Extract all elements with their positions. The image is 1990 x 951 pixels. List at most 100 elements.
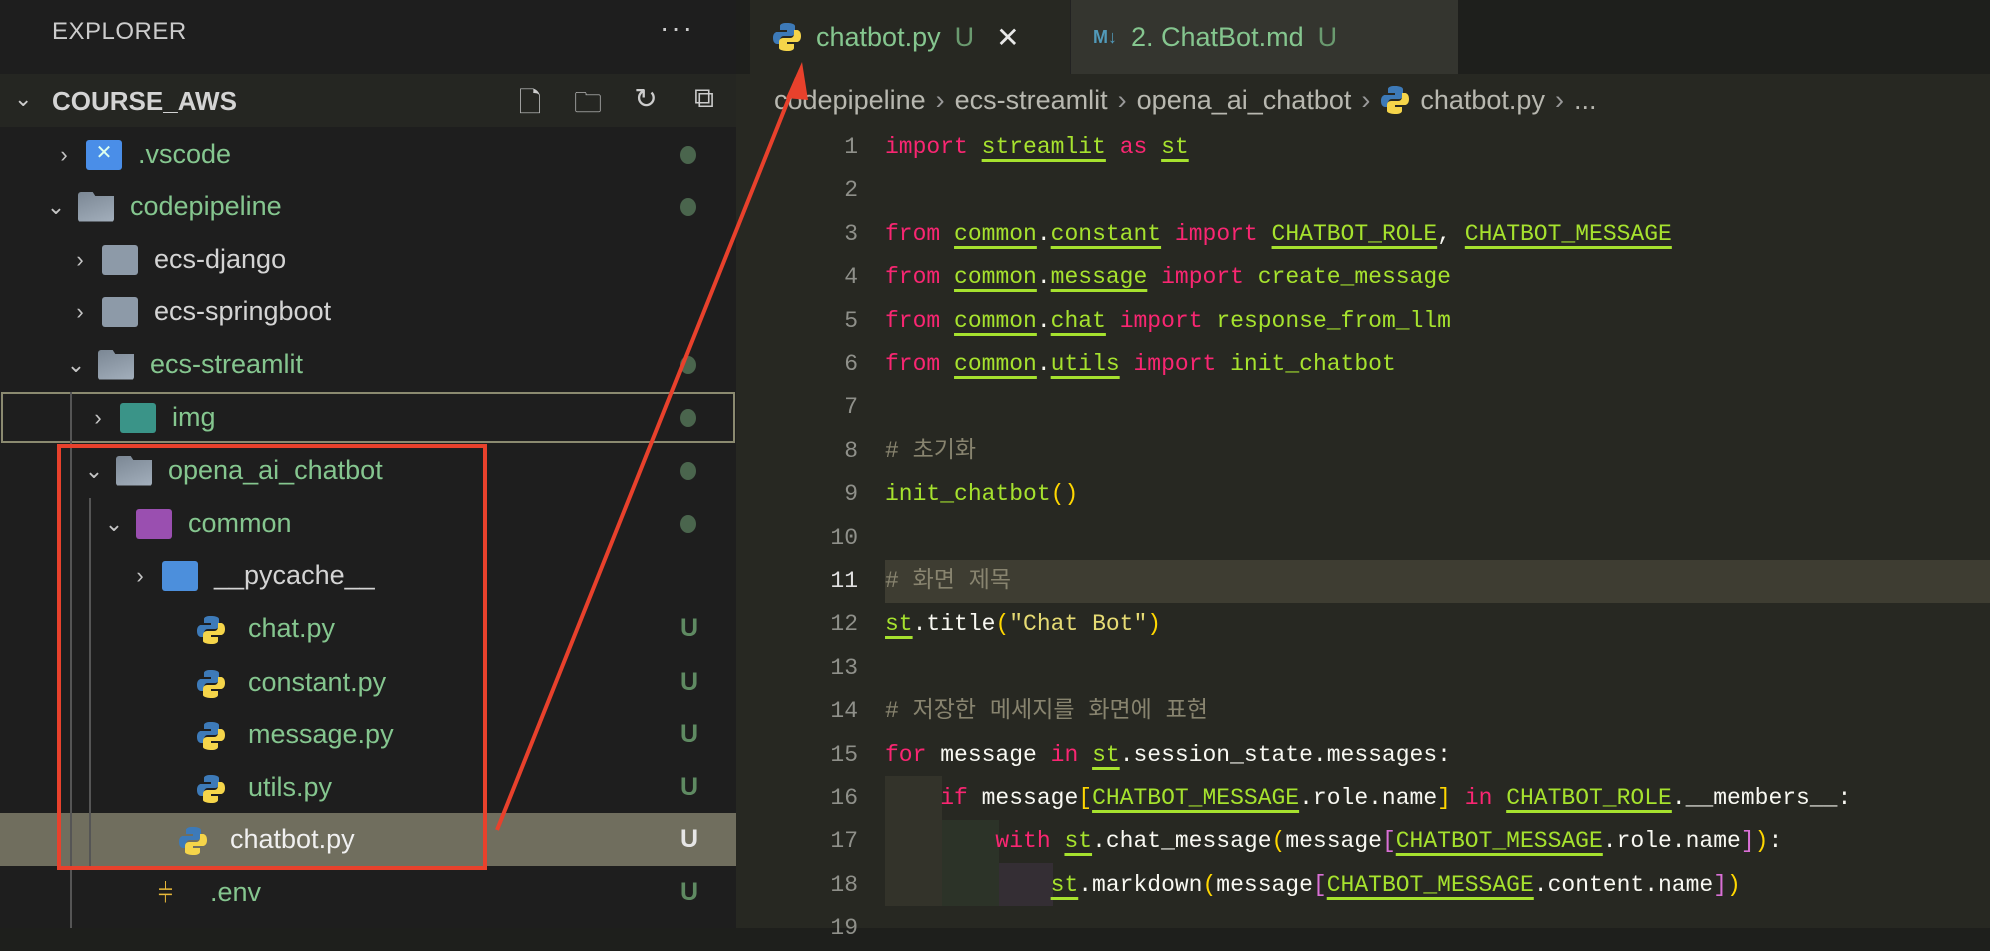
code-line[interactable]: 8 # 초기화 (736, 430, 1990, 473)
breadcrumb-separator: › (1117, 84, 1127, 115)
code-line[interactable]: 5 from common.chat import response_from_l… (736, 300, 1990, 343)
breadcrumb-separator: › (935, 84, 945, 115)
new-folder-icon[interactable]: 🗀 (570, 82, 606, 130)
modified-dot-icon (680, 408, 696, 427)
tree-item-common[interactable]: ⌄ common (0, 497, 736, 550)
chevron-down-icon[interactable]: ⌄ (64, 352, 88, 378)
code-line[interactable]: 12 st.title("Chat Bot") (736, 603, 1990, 646)
chevron-right-icon[interactable]: › (68, 247, 92, 273)
tree-item-chat-py[interactable]: chat.py U (0, 602, 736, 655)
code-token: import (1133, 351, 1217, 377)
code-token: () (1050, 481, 1079, 508)
code-token: , (1437, 220, 1465, 247)
code-line[interactable]: 3 from common.constant import CHATBOT_ROL… (736, 213, 1990, 256)
tree-item-label: chatbot.py (230, 824, 355, 854)
tree-item-codepipeline[interactable]: ⌄ codepipeline (0, 180, 736, 233)
tree-item-pycache[interactable]: › __pycache__ (0, 549, 736, 602)
code-text: st.markdown(message[CHATBOT_MESSAGE.cont… (885, 864, 1741, 907)
tree-item-label: utils.py (248, 772, 333, 802)
tree-item-chatbot-py[interactable]: chatbot.py U (0, 813, 736, 866)
code-line[interactable]: 7 (736, 386, 1990, 429)
code-token: import (1119, 307, 1203, 334)
code-token: message (1216, 871, 1313, 898)
code-token: [ (1312, 871, 1327, 898)
code-line[interactable]: 4 from common.message import create_messa… (736, 256, 1990, 299)
code-token: streamlit (981, 134, 1106, 160)
tree-item-constant-py[interactable]: constant.py U (0, 656, 736, 709)
code-token: [ (1078, 785, 1093, 811)
code-token: message (926, 741, 1051, 768)
line-number: 2 (844, 177, 858, 204)
code-line[interactable]: 2 (736, 169, 1990, 212)
close-tab-icon[interactable]: ✕ (996, 21, 1019, 54)
tree-item-message-py[interactable]: message.py U (0, 708, 736, 761)
tree-item-img[interactable]: › img (0, 391, 736, 444)
tree-item-env[interactable]: ⫩ .env U (0, 866, 736, 919)
code-token: st (1050, 871, 1079, 898)
tree-item-ecs-django[interactable]: › ecs-django (0, 233, 736, 286)
code-line[interactable]: 6 from common.utils import init_chatbot (736, 343, 1990, 386)
tab-chatbot-md[interactable]: M↓ 2. ChatBot.md U (1070, 0, 1458, 74)
chevron-right-icon[interactable]: › (128, 563, 152, 589)
code-text: init_chatbot() (885, 473, 1078, 516)
code-token: common (954, 264, 1037, 291)
new-file-icon[interactable]: 🗋 (512, 82, 548, 130)
code-token: init_chatbot (885, 481, 1051, 508)
code-line[interactable]: 17 with st.chat_message(message[CHATBOT_… (736, 820, 1990, 863)
code-line[interactable]: 16 if message[CHATBOT_MESSAGE.role.name]… (736, 777, 1990, 820)
breadcrumb-separator: › (1361, 84, 1371, 115)
breadcrumb-item[interactable]: chatbot.py (1420, 85, 1545, 116)
code-line[interactable]: 19 (736, 907, 1990, 950)
modified-dot-icon (680, 197, 696, 216)
line-number: 8 (844, 437, 858, 464)
code-token: # 저장한 메세지를 화면에 표현 (885, 698, 1208, 725)
modified-dot-icon (680, 145, 696, 164)
code-line[interactable]: 10 (736, 517, 1990, 560)
python-file-icon (773, 23, 801, 51)
code-line[interactable]: 15 for message in st.session_state.messag… (736, 734, 1990, 777)
code-token: .markdown (1078, 871, 1203, 898)
code-line[interactable]: 1 import streamlit as st (736, 126, 1990, 169)
breadcrumb-item[interactable]: opena_ai_chatbot (1137, 85, 1352, 116)
code-token: chat (1050, 307, 1106, 334)
tree-item-ecs-springboot[interactable]: › ecs-springboot (0, 285, 736, 338)
tab-chatbot-py[interactable]: chatbot.py U ✕ (750, 0, 1070, 74)
code-token: create_message (1243, 264, 1451, 291)
chevron-down-icon[interactable]: ⌄ (102, 511, 126, 537)
code-line[interactable]: 11 # 화면 제목 (736, 560, 1990, 604)
refresh-icon[interactable]: ↻ (628, 82, 664, 130)
chevron-down-icon[interactable]: ⌄ (82, 458, 106, 484)
code-token: common (954, 351, 1037, 377)
code-line[interactable]: 9 init_chatbot() (736, 473, 1990, 516)
code-token: from (885, 351, 941, 377)
collapse-all-icon[interactable]: ⧉ (686, 82, 722, 130)
code-token: with (995, 828, 1051, 855)
chevron-right-icon[interactable]: › (68, 299, 92, 325)
line-number: 13 (830, 654, 858, 681)
tree-item-opena-ai-chatbot[interactable]: ⌄ opena_ai_chatbot (0, 444, 736, 497)
code-token: . (1036, 307, 1051, 334)
code-token: . (1036, 220, 1051, 247)
chevron-right-icon[interactable]: › (52, 142, 76, 168)
breadcrumb-item[interactable]: ecs-streamlit (955, 85, 1108, 116)
workspace-header[interactable]: ⌄ COURSE_AWS 🗋 🗀 ↻ ⧉ (0, 74, 736, 127)
chevron-right-icon[interactable]: › (86, 405, 110, 431)
code-token: .content.name (1533, 871, 1714, 898)
code-line[interactable]: 18 st.markdown(message[CHATBOT_MESSAGE.c… (736, 864, 1990, 907)
breadcrumb-item[interactable]: ... (1574, 85, 1597, 116)
code-token: CHATBOT_MESSAGE (1092, 785, 1300, 811)
code-token: ] (1437, 785, 1451, 811)
chevron-down-icon[interactable]: ⌄ (44, 194, 68, 220)
breadcrumb-item[interactable]: codepipeline (774, 85, 926, 116)
code-line[interactable]: 14 # 저장한 메세지를 화면에 표현 (736, 690, 1990, 733)
tree-item-vscode[interactable]: › ✕ .vscode (0, 128, 736, 181)
code-line[interactable]: 13 (736, 647, 1990, 690)
more-actions-button[interactable]: ··· (660, 12, 694, 44)
tree-item-label: .env (210, 877, 262, 907)
untracked-badge: U (1317, 21, 1338, 52)
tree-item-utils-py[interactable]: utils.py U (0, 761, 736, 814)
tree-item-ecs-streamlit[interactable]: ⌄ ecs-streamlit (0, 338, 736, 391)
